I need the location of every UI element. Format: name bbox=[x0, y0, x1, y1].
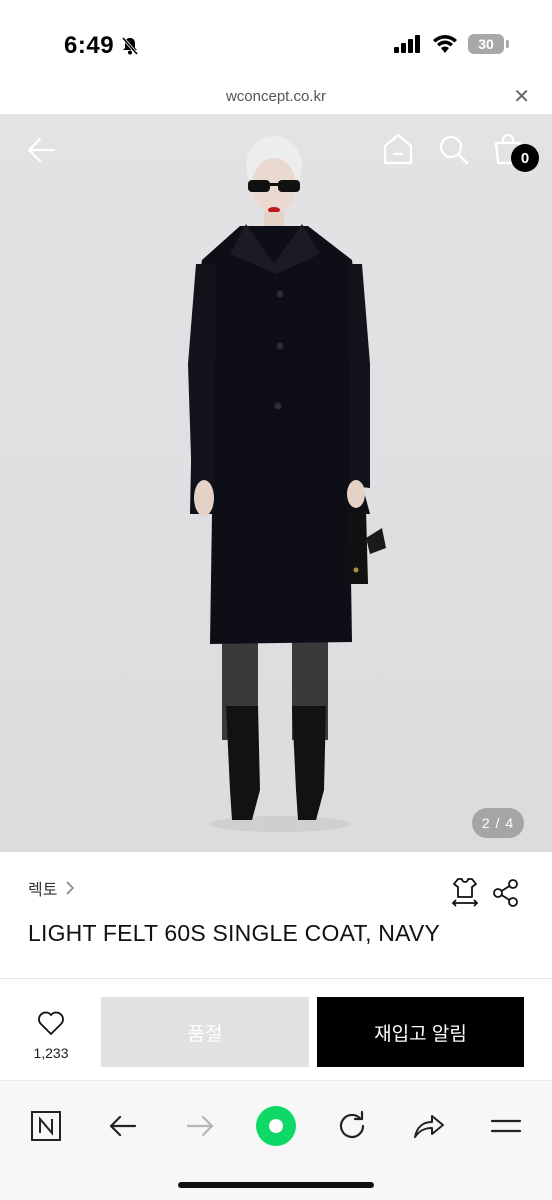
bell-slash-icon bbox=[121, 37, 139, 55]
heart-icon bbox=[38, 1011, 64, 1035]
cellular-signal-icon bbox=[394, 35, 420, 53]
home-indicator bbox=[178, 1182, 374, 1188]
divider bbox=[0, 978, 552, 979]
share-icon[interactable] bbox=[492, 878, 520, 908]
like-button[interactable]: 1,233 bbox=[22, 1010, 80, 1061]
chevron-right-icon bbox=[66, 881, 75, 895]
model-photo bbox=[188, 136, 386, 832]
back-icon[interactable] bbox=[98, 1101, 148, 1151]
brand-link[interactable]: 렉토 bbox=[28, 876, 75, 900]
product-image[interactable] bbox=[0, 114, 552, 852]
battery-level: 30 bbox=[478, 36, 494, 52]
size-guide-icon[interactable] bbox=[450, 876, 480, 908]
cart-count-badge[interactable]: 0 bbox=[511, 144, 539, 172]
close-icon[interactable]: ✕ bbox=[513, 86, 530, 108]
wifi-icon bbox=[433, 35, 457, 53]
battery-indicator: 30 bbox=[468, 34, 509, 54]
soldout-button[interactable]: 품절 bbox=[101, 997, 309, 1067]
image-counter: 2 / 4 bbox=[472, 808, 524, 838]
status-icons: 30 bbox=[394, 34, 509, 54]
arrow-left-icon[interactable] bbox=[26, 134, 58, 166]
like-count: 1,233 bbox=[33, 1045, 69, 1061]
status-time: 6:49 bbox=[64, 32, 140, 60]
status-bar: 6:49 30 bbox=[0, 0, 552, 86]
product-title: LIGHT FELT 60S SINGLE COAT, NAVY bbox=[28, 920, 441, 946]
restock-alert-button[interactable]: 재입고 알림 bbox=[317, 997, 524, 1067]
clock-text: 6:49 bbox=[64, 32, 115, 59]
home-icon[interactable] bbox=[382, 132, 414, 166]
green-dot-icon[interactable] bbox=[251, 1101, 301, 1151]
refresh-icon[interactable] bbox=[327, 1101, 377, 1151]
url-bar: wconcept.co.kr ✕ bbox=[0, 86, 552, 114]
search-icon[interactable] bbox=[438, 134, 470, 166]
share-icon[interactable] bbox=[404, 1101, 454, 1151]
forward-icon[interactable] bbox=[175, 1101, 225, 1151]
menu-icon[interactable] bbox=[481, 1101, 531, 1151]
url-text[interactable]: wconcept.co.kr bbox=[0, 88, 552, 105]
brand-name: 렉토 bbox=[28, 882, 58, 899]
naver-icon[interactable] bbox=[21, 1101, 71, 1151]
